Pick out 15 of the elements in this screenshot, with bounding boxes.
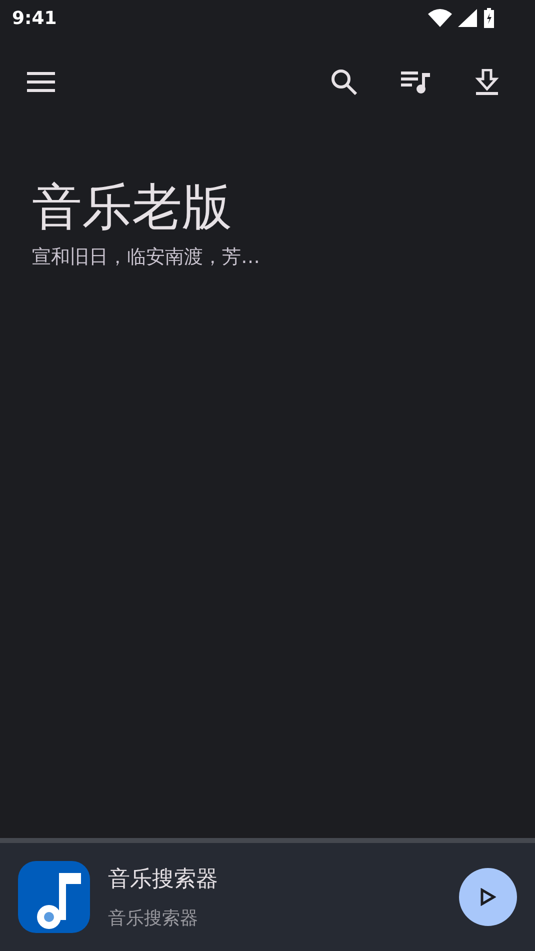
page-subtitle: 宣和旧日，临安南渡，芳… <box>32 245 261 270</box>
download-icon[interactable] <box>475 69 499 95</box>
music-note-icon <box>18 861 90 933</box>
track-subtitle: 音乐搜索器 <box>108 907 199 930</box>
battery-icon <box>483 8 495 28</box>
signal-icon <box>458 9 477 27</box>
track-title: 音乐搜索器 <box>108 866 218 894</box>
playlist-icon[interactable] <box>401 70 431 94</box>
status-time: 9:41 <box>12 8 57 28</box>
menu-icon[interactable] <box>27 72 55 92</box>
search-icon[interactable] <box>331 69 357 95</box>
mini-player[interactable]: 音乐搜索器 音乐搜索器 <box>0 838 535 951</box>
page-title: 音乐老版 <box>32 177 233 238</box>
wifi-icon <box>428 9 452 27</box>
play-icon <box>480 888 496 906</box>
